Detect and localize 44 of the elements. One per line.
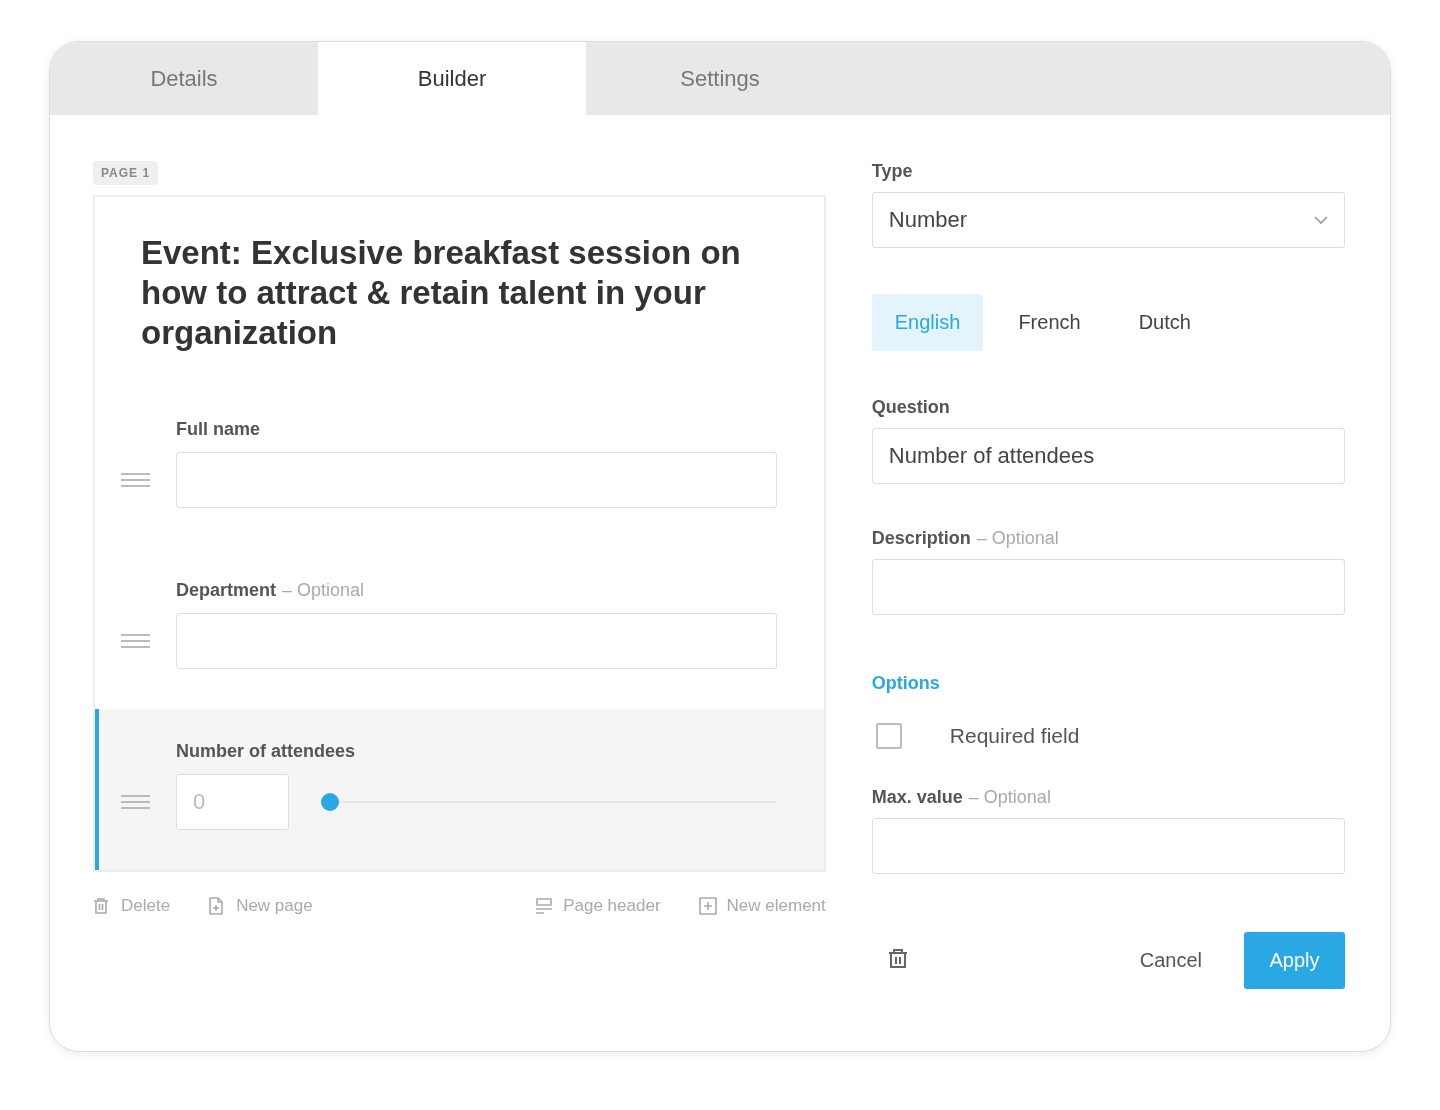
cancel-button[interactable]: Cancel (1133, 948, 1208, 973)
field-label: Full name (176, 419, 260, 439)
checkbox-label: Required field (949, 724, 1080, 748)
new-element-button[interactable]: New element (698, 896, 826, 916)
slider-thumb[interactable] (321, 793, 339, 811)
header-icon (535, 897, 554, 915)
language-tab[interactable]: Dutch (1115, 294, 1214, 351)
field-label: Description (871, 528, 971, 548)
dropdown-value: Number (888, 207, 968, 233)
max-value-field[interactable] (871, 818, 1345, 874)
drag-handle-icon (121, 634, 150, 648)
square-plus-icon (698, 897, 717, 915)
page-header-button[interactable]: Page header (535, 896, 661, 916)
description-field[interactable] (871, 559, 1345, 615)
trash-icon (887, 947, 908, 969)
field-label: Question (871, 397, 950, 417)
optional-hint: – Optional (976, 528, 1059, 548)
language-tab[interactable]: English (871, 294, 984, 351)
language-tab[interactable]: French (995, 294, 1104, 351)
tab[interactable]: Settings (586, 42, 854, 115)
checkbox[interactable] (875, 723, 902, 749)
type-dropdown[interactable]: Number (871, 192, 1345, 248)
drag-handle-icon (121, 473, 150, 487)
apply-button[interactable]: Apply (1244, 932, 1345, 989)
drag-handle-icon (121, 795, 150, 809)
trash-icon (93, 897, 111, 915)
text-field[interactable] (176, 452, 777, 508)
tab[interactable]: Details (50, 42, 318, 115)
field-label: Type (871, 161, 913, 181)
optional-hint: – Optional (968, 787, 1051, 807)
number-field[interactable]: 0 (176, 774, 289, 830)
tab[interactable]: Builder (318, 42, 586, 115)
field-label: Department (176, 580, 277, 600)
question-field[interactable]: Number of attendees (871, 428, 1345, 484)
new-page-button[interactable]: New page (208, 896, 313, 916)
text-field[interactable] (176, 613, 777, 669)
delete-button[interactable]: Delete (93, 896, 171, 916)
chevron-down-icon (1314, 216, 1328, 224)
field-label: Max. value (871, 787, 963, 807)
section-heading: Options (871, 673, 941, 694)
page-badge: PAGE 1 (93, 161, 159, 185)
form-title: Event: Exclusive breakfast session on how to attract & retain talent in your organization (140, 233, 742, 353)
optional-hint: – Optional (282, 580, 365, 600)
field-label: Number of attendees (176, 741, 356, 761)
